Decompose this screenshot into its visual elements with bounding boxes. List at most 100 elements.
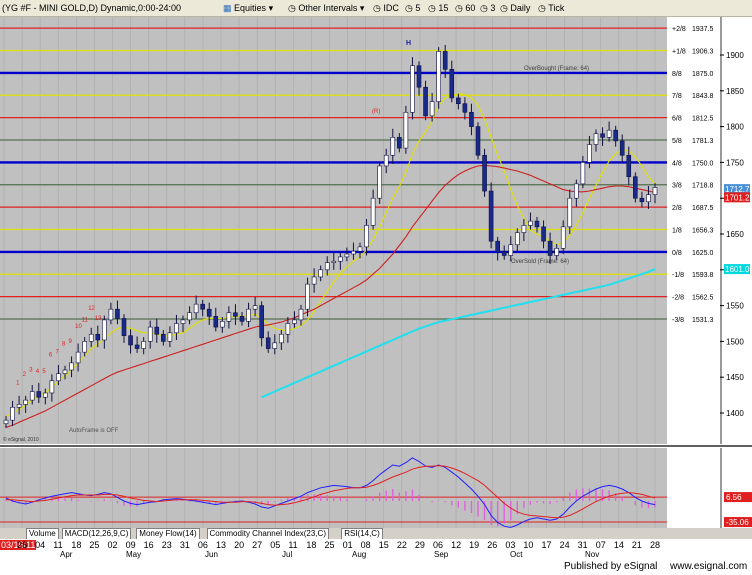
candle-body: [469, 111, 474, 127]
candle-body: [475, 126, 481, 156]
murrey-level-label: +1/8: [672, 48, 686, 55]
date-tick-label: 11: [53, 540, 63, 550]
idc-button[interactable]: ◷ IDC: [373, 2, 399, 14]
candle-body: [541, 226, 546, 242]
candle-body: [200, 303, 205, 310]
candle-body: [95, 333, 101, 341]
candle-body: [115, 308, 120, 319]
date-tick-label: 04: [35, 540, 46, 550]
date-tick-label: 29: [414, 540, 425, 550]
month-label: Aug: [352, 550, 367, 559]
price-badge-label: 1601.0: [725, 265, 750, 274]
date-tick-label: 28: [650, 540, 661, 550]
candle-body: [187, 312, 192, 321]
candle-body: [534, 220, 540, 228]
clock-icon: ◷: [373, 3, 381, 13]
interval-60-button[interactable]: ◷ 60: [455, 2, 475, 14]
tick-button[interactable]: ◷ Tick: [538, 2, 564, 14]
candle-body: [580, 162, 586, 185]
murrey-level-label: -3/8: [672, 317, 684, 324]
date-tick-label: 25: [89, 540, 100, 550]
candle-body: [639, 197, 645, 203]
month-label: Jun: [205, 550, 218, 559]
date-tick-label: 18: [71, 540, 82, 550]
murrey-level-value: 1656.3: [692, 227, 714, 234]
daily-button[interactable]: ◷ Daily: [500, 2, 530, 14]
clock-icon: ◷: [500, 3, 508, 13]
candle-body: [206, 308, 212, 317]
murrey-level-value: 1781.3: [692, 138, 714, 145]
candle-body: [88, 333, 94, 342]
candle-body: [613, 129, 618, 142]
candle-body: [547, 240, 553, 256]
autoframe-label: AutoFrame is OFF: [69, 428, 119, 434]
candle-body: [226, 312, 232, 322]
clock-icon: ◷: [538, 3, 546, 13]
murrey-level-value: 1750.0: [692, 160, 714, 167]
date-tick-label: 05: [270, 540, 281, 550]
month-label: Oct: [510, 550, 523, 559]
candle-body: [311, 276, 317, 285]
other-intervals-button[interactable]: ◷ Other Intervals ▾: [288, 2, 364, 14]
macd-level-label: 6.56: [726, 493, 742, 502]
count-label: 10: [75, 324, 82, 330]
candle-body: [567, 197, 573, 228]
murrey-level-value: 1687.5: [692, 205, 714, 212]
candle-body: [220, 321, 225, 328]
candle-body: [403, 111, 409, 149]
murrey-level-value: 1843.8: [692, 93, 714, 100]
date-tick-label: 22: [396, 540, 407, 550]
candle-body: [16, 404, 22, 408]
month-label: Nov: [585, 550, 600, 559]
candle-body: [10, 406, 15, 421]
price-tick-label: 1650: [726, 230, 744, 239]
candle-body: [600, 133, 605, 138]
date-tick-label: 31: [179, 540, 190, 550]
price-panel-background: [0, 17, 667, 444]
murrey-level-value: 1625.0: [692, 250, 714, 257]
interval-5-button[interactable]: ◷ 5: [405, 2, 420, 14]
murrey-level-value: 1875.0: [692, 71, 714, 78]
equities-button[interactable]: ▦ Equities ▾: [223, 2, 273, 14]
price-chart[interactable]: +2/8 1937.5 +1/8 1906.3 8/8 1875.0 7/8 1843.8 6/…: [0, 17, 752, 528]
candle-body: [259, 305, 264, 339]
toolbar: (YG #F - MINI GOLD,D) Dynamic,0:00-24:00…: [0, 0, 752, 17]
price-tick-label: 1850: [726, 87, 744, 96]
murrey-level-label: 2/8: [672, 205, 682, 212]
candle-body: [456, 97, 461, 104]
candle-body: [213, 316, 219, 328]
published-by: Published by eSignal: [564, 561, 658, 572]
candle-body: [462, 103, 468, 113]
murrey-level-value: 1937.5: [692, 26, 714, 33]
price-tick-label: 1400: [726, 409, 744, 418]
candle-body: [364, 225, 369, 248]
price-tick-label: 1500: [726, 337, 744, 346]
date-tick-label: 11: [288, 540, 298, 550]
candle-body: [324, 262, 330, 271]
candle-body: [344, 253, 350, 258]
candle-body: [193, 303, 199, 314]
interval-3-button[interactable]: ◷ 3: [480, 2, 495, 14]
date-tick-label: 07: [595, 540, 606, 550]
murrey-level-value: 1593.8: [692, 272, 714, 279]
candle-body: [23, 399, 28, 405]
date-tick-label: 03: [505, 540, 516, 550]
esignal-url: www.esignal.com: [670, 561, 748, 572]
candle-body: [442, 51, 448, 70]
chart-title: (YG #F - MINI GOLD,D) Dynamic,0:00-24:00: [2, 3, 182, 13]
candle-body: [488, 190, 494, 242]
price-tick-label: 1450: [726, 373, 744, 382]
chart-icon: ▦: [223, 3, 232, 13]
date-tick-label: 19: [469, 540, 480, 550]
interval-15-button[interactable]: ◷ 15: [428, 2, 448, 14]
candle-body: [147, 326, 153, 342]
candle-body: [646, 194, 651, 203]
candle-body: [331, 260, 337, 263]
date-tick-label: 24: [559, 540, 570, 550]
candle-body: [383, 154, 389, 167]
candle-body: [62, 369, 68, 374]
candle-body: [515, 232, 520, 246]
murrey-level-value: 1812.5: [692, 116, 714, 123]
date-axis: 03/16/11 28 04 11 18 25 02 09 16 23 31 06 13 20 27 05 11…: [0, 539, 752, 559]
date-tick-label: 02: [107, 540, 118, 550]
